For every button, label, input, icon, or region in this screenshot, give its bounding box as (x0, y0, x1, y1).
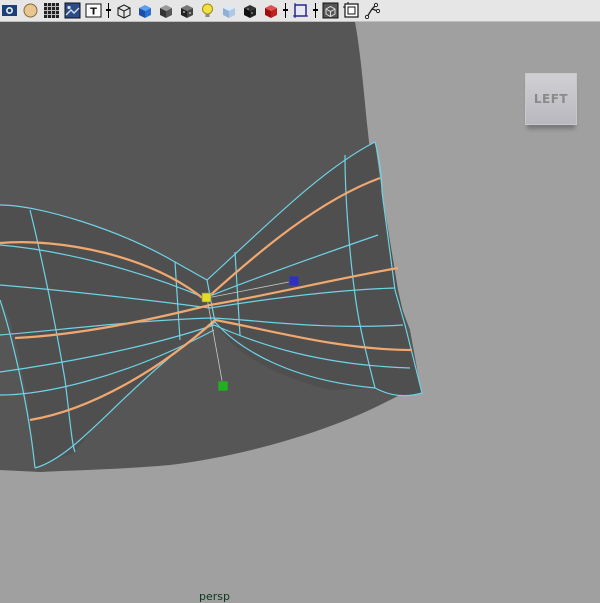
resolution-gate-icon[interactable] (342, 1, 361, 20)
pivot-handle-green[interactable] (217, 380, 229, 392)
3d-viewport[interactable]: LEFT (0, 22, 600, 600)
smooth-shade-icon[interactable] (135, 1, 154, 20)
view-cube[interactable]: LEFT (525, 73, 577, 125)
backface-culling-icon[interactable] (291, 1, 310, 20)
view-cube-label: LEFT (533, 92, 569, 106)
wireframe-shaded-icon[interactable] (21, 1, 40, 20)
select-camera-icon[interactable] (0, 1, 19, 20)
pivot-handle-yellow[interactable] (201, 292, 212, 303)
camera-name-label: persp (199, 590, 230, 603)
text-tool-icon[interactable]: T (84, 1, 103, 20)
scene-canvas[interactable] (0, 22, 600, 600)
grid-icon[interactable] (42, 1, 61, 20)
isolate-select-icon[interactable] (261, 1, 280, 20)
camera-attributes-icon[interactable] (363, 1, 382, 20)
frame-all-icon[interactable] (321, 1, 340, 20)
svg-text:T: T (90, 7, 97, 18)
textured-icon[interactable] (177, 1, 196, 20)
image-plane-icon[interactable] (63, 1, 82, 20)
default-material-icon[interactable] (156, 1, 175, 20)
toolbar-separator (312, 1, 319, 20)
use-lights-icon[interactable] (198, 1, 217, 20)
shadows-icon[interactable] (219, 1, 238, 20)
wireframe-cube-icon[interactable] (114, 1, 133, 20)
xray-icon[interactable] (240, 1, 259, 20)
toolbar-separator (105, 1, 112, 20)
pivot-handle-blue[interactable] (288, 275, 300, 287)
panel-toolbar: T (0, 0, 600, 22)
toolbar-separator (282, 1, 289, 20)
